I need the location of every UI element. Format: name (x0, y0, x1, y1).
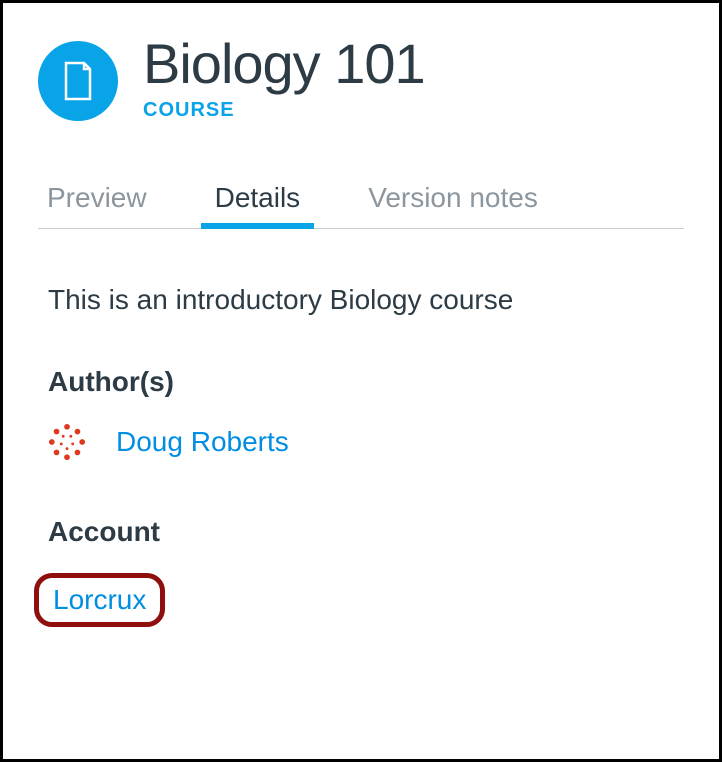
tabs: Preview Details Version notes (38, 172, 684, 229)
account-highlight: Lorcrux (34, 573, 165, 627)
header: Biology 101 COURSE (38, 33, 684, 122)
tab-details[interactable]: Details (211, 172, 305, 228)
author-link[interactable]: Doug Roberts (116, 426, 289, 458)
panel: Biology 101 COURSE Preview Details Versi… (0, 0, 722, 762)
type-label: COURSE (143, 99, 425, 122)
account-heading: Account (48, 516, 674, 548)
author-avatar-icon (48, 423, 86, 461)
details-content: This is an introductory Biology course A… (38, 229, 684, 627)
page-title: Biology 101 (143, 33, 425, 95)
tab-version-notes[interactable]: Version notes (364, 172, 542, 228)
tab-preview[interactable]: Preview (43, 172, 151, 228)
title-block: Biology 101 COURSE (143, 33, 425, 122)
course-type-badge (38, 41, 118, 121)
course-description: This is an introductory Biology course (48, 284, 674, 316)
document-icon (62, 61, 94, 101)
authors-heading: Author(s) (48, 366, 674, 398)
account-link[interactable]: Lorcrux (53, 584, 146, 615)
author-row: Doug Roberts (48, 423, 674, 461)
